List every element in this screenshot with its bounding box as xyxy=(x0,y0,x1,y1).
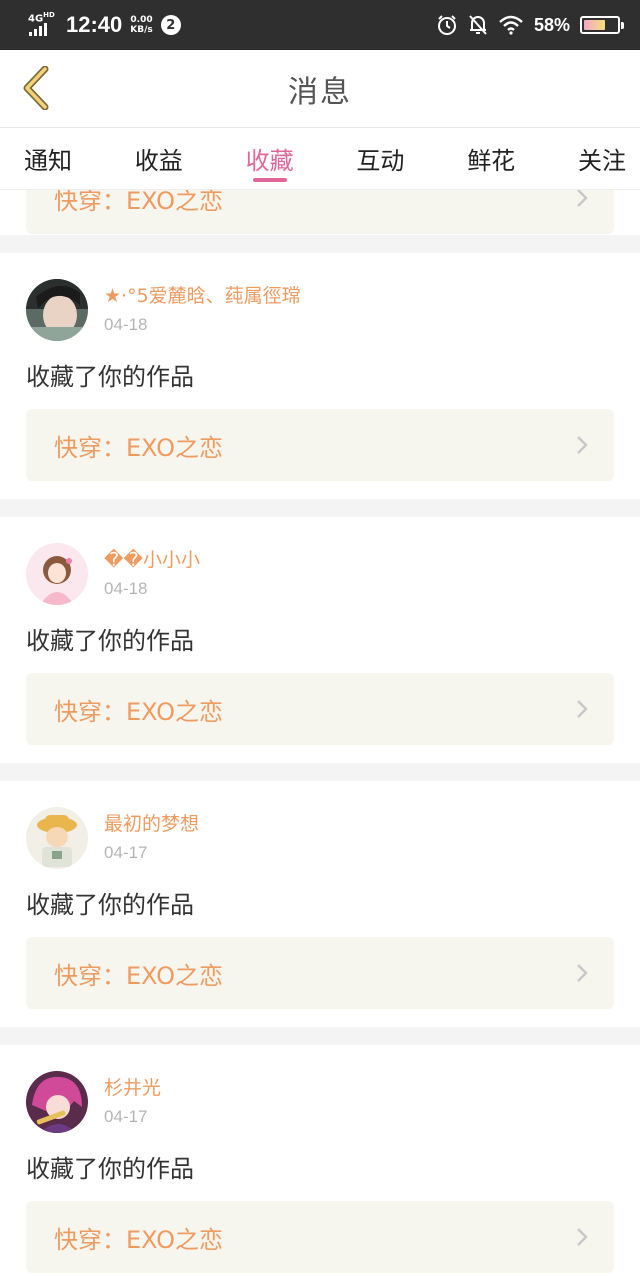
username[interactable]: 最初的梦想 xyxy=(104,813,199,835)
status-bar: 4GHD 12:40 0.00 KB/s 2 58% xyxy=(0,0,640,50)
work-link[interactable]: 快穿：EXO之恋 xyxy=(26,1201,614,1273)
work-title: 快穿：EXO之恋 xyxy=(54,697,223,726)
avatar[interactable] xyxy=(26,279,88,341)
list-item: 最初的梦想 04-17 收藏了你的作品 快穿：EXO之恋 xyxy=(0,781,640,1027)
message-list[interactable]: 快穿：EXO之恋 ★·°5爱麓晗、莼属徑瑺 04-18 收藏了你的作品 快穿：E… xyxy=(0,190,640,1276)
list-item: 快穿：EXO之恋 xyxy=(0,190,640,235)
action-text: 收藏了你的作品 xyxy=(26,891,194,919)
tab-favorites[interactable]: 收藏 xyxy=(246,128,294,190)
network-speed: 0.00 KB/s xyxy=(130,15,153,35)
work-title: 快穿：EXO之恋 xyxy=(54,1225,223,1254)
tab-flowers[interactable]: 鲜花 xyxy=(467,128,515,190)
battery-percent: 58% xyxy=(533,14,570,35)
work-link[interactable]: 快穿：EXO之恋 xyxy=(26,409,614,481)
battery-icon xyxy=(580,16,624,34)
work-link[interactable]: 快穿：EXO之恋 xyxy=(26,190,614,234)
tab-notifications[interactable]: 通知 xyxy=(24,128,72,190)
avatar[interactable] xyxy=(26,1071,88,1133)
app-header: 消息 xyxy=(0,50,640,128)
chevron-right-icon xyxy=(577,436,588,454)
work-title: 快穿：EXO之恋 xyxy=(54,433,223,462)
avatar[interactable] xyxy=(26,807,88,869)
notification-badge: 2 xyxy=(160,15,181,35)
bell-off-icon xyxy=(468,14,488,36)
tab-earnings[interactable]: 收益 xyxy=(135,128,183,190)
back-button[interactable] xyxy=(14,64,58,112)
username[interactable]: 杉井光 xyxy=(104,1077,161,1099)
chevron-right-icon xyxy=(577,964,588,982)
tab-interactions[interactable]: 互动 xyxy=(356,128,404,190)
page-title: 消息 xyxy=(288,74,352,110)
action-text: 收藏了你的作品 xyxy=(26,363,194,391)
username[interactable]: ★·°5爱麓晗、莼属徑瑺 xyxy=(104,285,301,307)
chevron-left-icon xyxy=(23,66,49,110)
clock: 12:40 xyxy=(66,12,123,37)
work-title: 快穿：EXO之恋 xyxy=(54,961,223,990)
tab-bar: 通知 收益 收藏 互动 鲜花 关注 xyxy=(0,128,640,190)
tab-following[interactable]: 关注 xyxy=(578,128,626,190)
chevron-right-icon xyxy=(577,1228,588,1246)
action-text: 收藏了你的作品 xyxy=(26,627,194,655)
work-link[interactable]: 快穿：EXO之恋 xyxy=(26,673,614,745)
timestamp: 04-18 xyxy=(104,315,148,334)
signal-icon: 4GHD xyxy=(28,10,58,40)
list-item: 杉井光 04-17 收藏了你的作品 快穿：EXO之恋 xyxy=(0,1045,640,1276)
username[interactable]: ��小小小 xyxy=(104,549,200,571)
timestamp: 04-17 xyxy=(104,843,148,862)
action-text: 收藏了你的作品 xyxy=(26,1155,194,1183)
timestamp: 04-18 xyxy=(104,579,148,598)
chevron-right-icon xyxy=(577,190,588,207)
chevron-right-icon xyxy=(577,700,588,718)
alarm-icon xyxy=(436,14,458,36)
wifi-icon xyxy=(498,15,524,35)
avatar[interactable] xyxy=(26,543,88,605)
timestamp: 04-17 xyxy=(104,1107,148,1126)
work-link[interactable]: 快穿：EXO之恋 xyxy=(26,937,614,1009)
list-item: ★·°5爱麓晗、莼属徑瑺 04-18 收藏了你的作品 快穿：EXO之恋 xyxy=(0,253,640,499)
tab-active-indicator xyxy=(252,177,287,182)
list-item: ��小小小 04-18 收藏了你的作品 快穿：EXO之恋 xyxy=(0,517,640,763)
